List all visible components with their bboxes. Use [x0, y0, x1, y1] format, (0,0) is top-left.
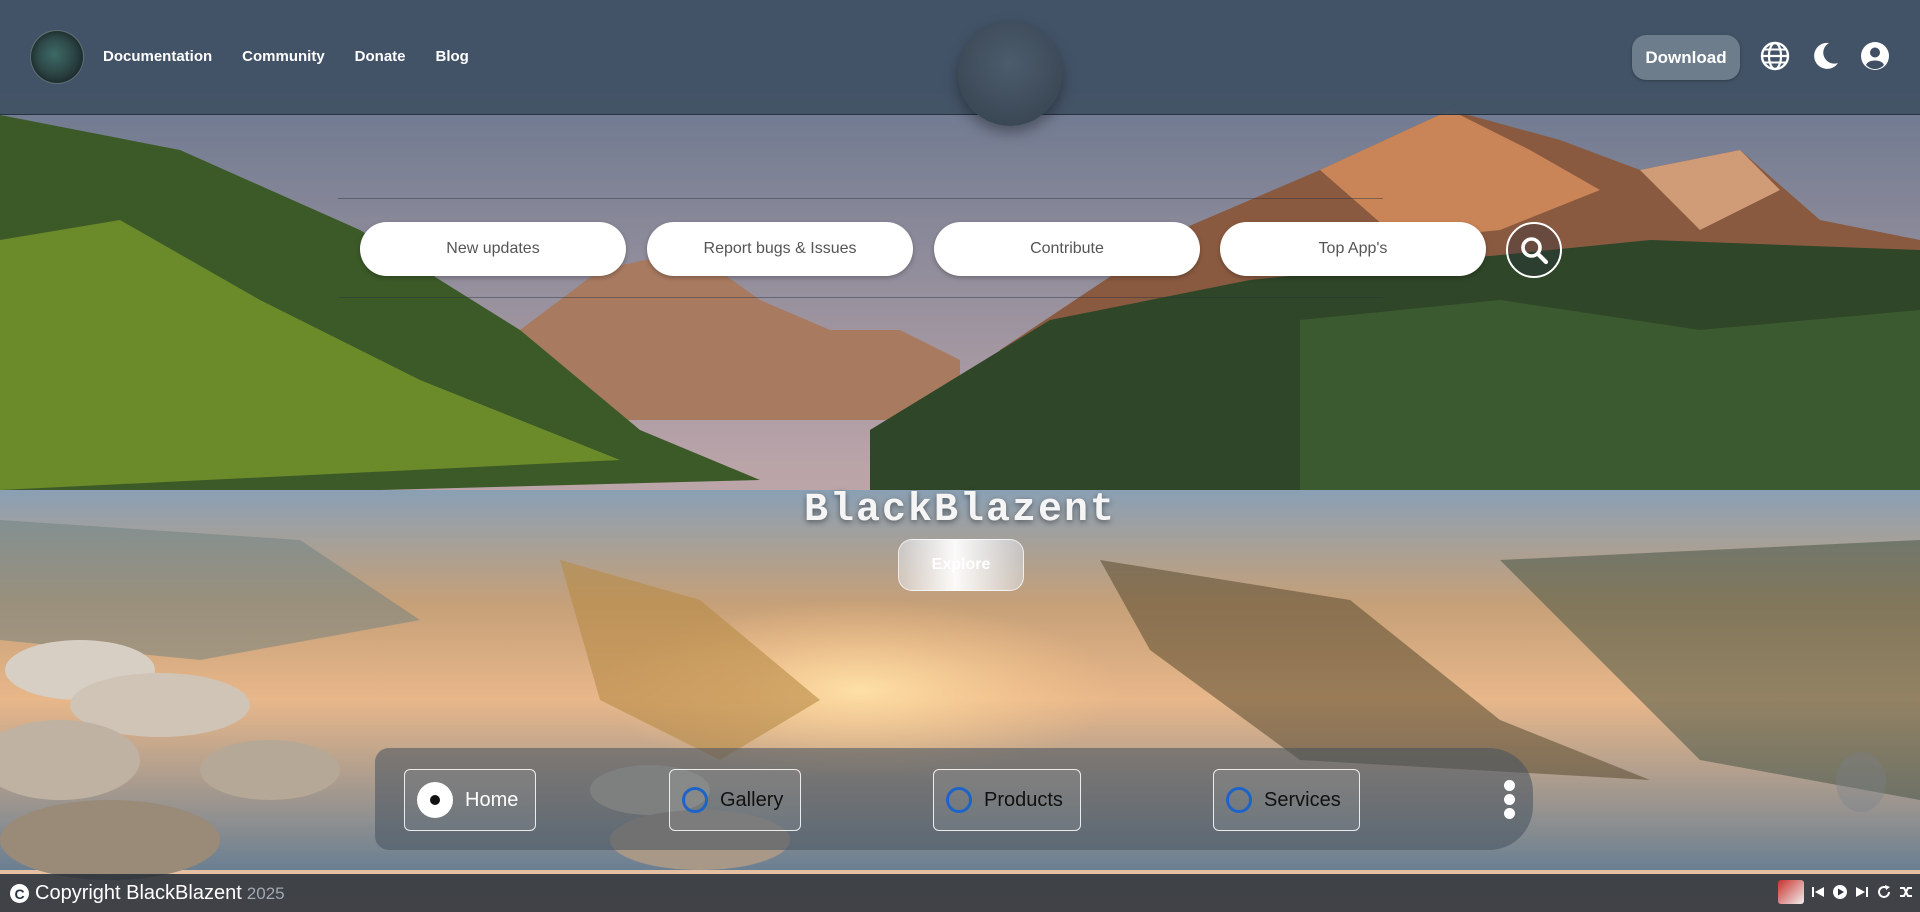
- dock-item-label: Services: [1264, 788, 1341, 811]
- site-logo[interactable]: [30, 30, 84, 84]
- nav-link-blog[interactable]: Blog: [436, 48, 469, 65]
- products-radio-icon: [946, 787, 972, 813]
- nav-link-community[interactable]: Community: [242, 48, 325, 65]
- dock-item-label: Products: [984, 788, 1063, 811]
- pill-new-updates[interactable]: New updates: [360, 222, 626, 276]
- next-icon[interactable]: [1854, 884, 1870, 900]
- center-orb-decoration: [958, 22, 1062, 126]
- footer-bar: C Copyright BlackBlazent 2025: [0, 874, 1920, 912]
- album-thumbnail[interactable]: [1778, 880, 1804, 904]
- dock-item-label: Home: [465, 788, 519, 811]
- nav-link-documentation[interactable]: Documentation: [103, 48, 212, 65]
- services-radio-icon: [1226, 787, 1252, 813]
- dock-item-services[interactable]: Services: [1213, 769, 1360, 831]
- repeat-icon[interactable]: [1876, 884, 1892, 900]
- globe-icon[interactable]: [1760, 41, 1790, 71]
- download-button[interactable]: Download: [1632, 35, 1740, 80]
- user-icon[interactable]: [1860, 41, 1890, 71]
- nav-link-donate[interactable]: Donate: [355, 48, 406, 65]
- hero-title: BlackBlazent: [803, 488, 1117, 533]
- search-icon: [1521, 237, 1549, 265]
- kebab-menu-icon[interactable]: [1502, 780, 1518, 822]
- play-icon[interactable]: [1832, 884, 1848, 900]
- copyright-year: 2025: [246, 883, 285, 903]
- nav-links: Documentation Community Donate Blog: [103, 48, 499, 65]
- copyright-icon: C: [10, 884, 29, 903]
- dock-item-products[interactable]: Products: [933, 769, 1081, 831]
- explore-button[interactable]: Explore: [898, 539, 1024, 591]
- dock-item-home[interactable]: Home: [404, 769, 536, 831]
- floating-action-bubble[interactable]: [1836, 752, 1886, 812]
- copyright-text: Copyright BlackBlazent: [35, 882, 242, 904]
- dock-item-gallery[interactable]: Gallery: [669, 769, 801, 831]
- gallery-radio-icon: [682, 787, 708, 813]
- dock-item-label: Gallery: [720, 788, 784, 811]
- pill-report-bugs[interactable]: Report bugs & Issues: [647, 222, 913, 276]
- pill-contribute[interactable]: Contribute: [934, 222, 1200, 276]
- shuffle-icon[interactable]: [1898, 884, 1914, 900]
- pill-top-apps[interactable]: Top App's: [1220, 222, 1486, 276]
- home-radio-icon: [417, 782, 453, 818]
- previous-icon[interactable]: [1810, 884, 1826, 900]
- copyright-notice: C Copyright BlackBlazent 2025: [10, 882, 285, 905]
- moon-icon[interactable]: [1810, 41, 1840, 71]
- search-button[interactable]: [1506, 222, 1562, 278]
- media-controls: [1778, 880, 1920, 904]
